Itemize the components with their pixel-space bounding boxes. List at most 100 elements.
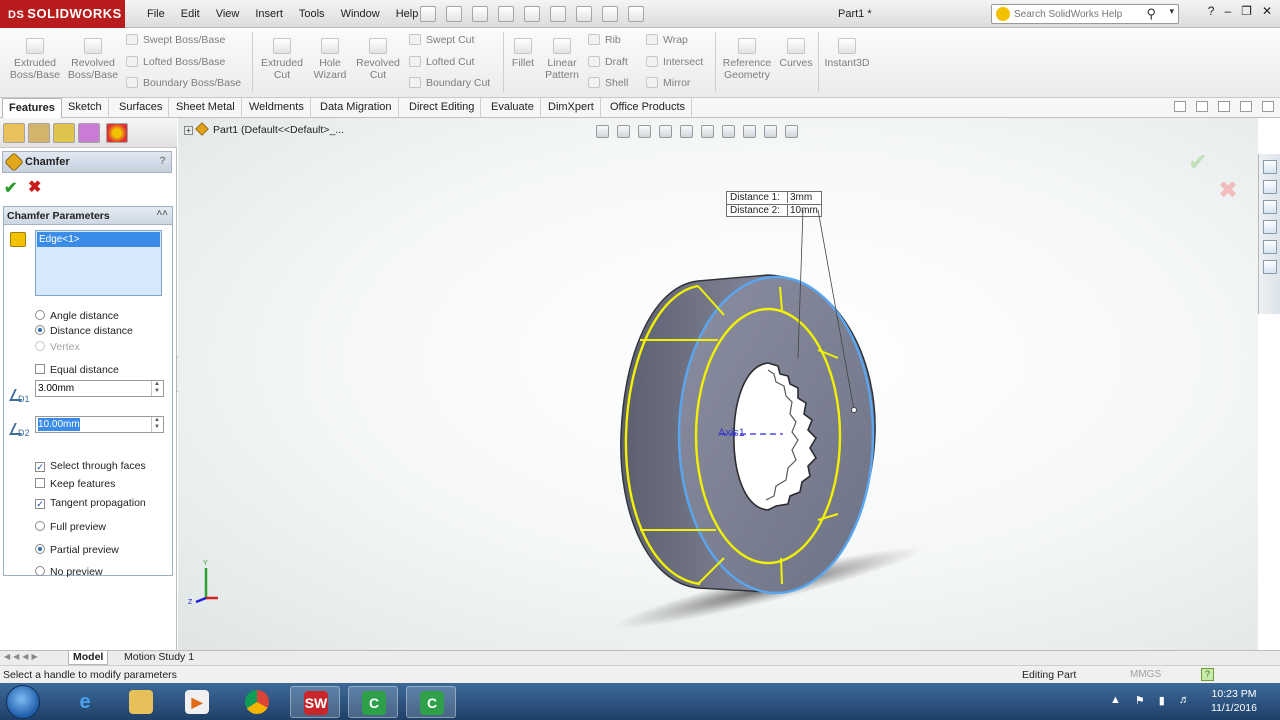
tab-office-products[interactable]: Office Products — [604, 98, 692, 118]
tab-direct-editing[interactable]: Direct Editing — [403, 98, 482, 118]
select-icon[interactable] — [550, 6, 566, 22]
taskbar-solidworks[interactable]: SW — [290, 686, 340, 718]
help-question-icon[interactable]: ? — [1208, 4, 1215, 18]
revolved-boss-button[interactable]: Revolved Boss/Base — [66, 38, 120, 81]
tab-evaluate[interactable]: Evaluate — [485, 98, 541, 118]
draft-button[interactable]: Draft — [588, 56, 628, 68]
wrap-button[interactable]: Wrap — [646, 34, 688, 46]
collapse-chevron-icon[interactable]: ˄˄ — [156, 208, 168, 219]
hole-wizard-button[interactable]: Hole Wizard — [308, 38, 352, 81]
search-icon[interactable]: ⚲ — [1146, 6, 1156, 22]
custom-properties-icon[interactable] — [1263, 260, 1277, 274]
taskbar-internet-explorer[interactable]: e — [60, 686, 110, 718]
unit-system[interactable]: MMGS — [1130, 669, 1161, 680]
menu-tools[interactable]: Tools — [291, 0, 333, 28]
swept-cut-button[interactable]: Swept Cut — [409, 34, 474, 46]
distance2-input[interactable] — [38, 418, 80, 431]
lofted-boss-button[interactable]: Lofted Boss/Base — [126, 56, 225, 68]
chevron-down-icon[interactable]: ▾ — [1169, 6, 1174, 17]
keep-features-option[interactable]: Keep features — [35, 478, 115, 490]
taskbar-camtasia-1[interactable]: C — [348, 686, 398, 718]
restore-doc-icon[interactable] — [1240, 101, 1252, 112]
search-input[interactable] — [1014, 6, 1144, 22]
action-center-flag-icon[interactable]: ⚑ — [1135, 694, 1145, 707]
menu-window[interactable]: Window — [333, 0, 388, 28]
minimize-icon[interactable]: – — [1224, 4, 1231, 18]
undo-icon[interactable] — [524, 6, 540, 22]
menu-insert[interactable]: Insert — [247, 0, 291, 28]
property-manager-icon[interactable] — [28, 123, 50, 143]
intersect-button[interactable]: Intersect — [646, 56, 703, 68]
tab-sheet-metal[interactable]: Sheet Metal — [170, 98, 242, 118]
dimxpert-manager-icon[interactable] — [78, 123, 100, 143]
distance-distance-option[interactable]: Distance distance — [35, 325, 133, 337]
close-icon[interactable]: ✕ — [1262, 4, 1272, 18]
cancel-x-icon[interactable]: ✖ — [28, 177, 41, 197]
appearances-icon[interactable] — [1263, 240, 1277, 254]
tab-surfaces[interactable]: Surfaces — [113, 98, 170, 118]
equal-distance-option[interactable]: Equal distance — [35, 364, 119, 376]
full-preview-option[interactable]: Full preview — [35, 521, 106, 533]
tab-scroll-arrows-icon[interactable]: ◀◀◀▶ — [4, 652, 41, 661]
checkbox[interactable] — [35, 364, 45, 374]
radio-button-selected[interactable] — [35, 325, 45, 335]
tab-motion-study[interactable]: Motion Study 1 — [120, 651, 198, 665]
start-button-icon[interactable] — [6, 685, 40, 719]
ok-check-icon[interactable]: ✔ — [4, 178, 17, 198]
menu-edit[interactable]: Edit — [173, 0, 208, 28]
radio-button-selected[interactable] — [35, 544, 45, 554]
tab-data-migration[interactable]: Data Migration — [314, 98, 399, 118]
spin-arrows-icon[interactable]: ▲ ▼ — [151, 381, 162, 396]
help-icon[interactable]: ? — [159, 155, 166, 167]
extruded-boss-button[interactable]: Extruded Boss/Base — [8, 38, 62, 81]
angle-distance-option[interactable]: Angle distance — [35, 310, 119, 322]
taskbar-chrome[interactable] — [232, 686, 282, 718]
quick-tips-icon[interactable]: ? — [1201, 668, 1214, 681]
swept-boss-button[interactable]: Swept Boss/Base — [126, 34, 225, 46]
system-clock[interactable]: 10:23 PM 11/1/2016 — [1200, 687, 1268, 715]
file-explorer-icon[interactable] — [1263, 200, 1277, 214]
tab-weldments[interactable]: Weldments — [243, 98, 311, 118]
tile-horizontal-icon[interactable] — [1174, 101, 1186, 112]
display-manager-icon[interactable] — [106, 123, 128, 143]
taskbar-media-player[interactable]: ▶ — [172, 686, 222, 718]
network-icon[interactable]: ▮ — [1159, 694, 1165, 707]
rebuild-icon[interactable] — [576, 6, 592, 22]
distance2-spinbox[interactable]: ▲▼ — [35, 416, 164, 433]
feature-tree-icon[interactable] — [3, 123, 25, 143]
solidworks-resources-icon[interactable] — [1263, 160, 1277, 174]
linear-pattern-button[interactable]: Linear Pattern — [540, 38, 584, 81]
select-through-faces-option[interactable]: ✓ Select through faces — [35, 460, 146, 472]
mirror-button[interactable]: Mirror — [646, 77, 690, 89]
revolved-cut-button[interactable]: Revolved Cut — [354, 38, 402, 81]
tile-vertical-icon[interactable] — [1196, 101, 1208, 112]
rib-button[interactable]: Rib — [588, 34, 621, 46]
taskbar-camtasia-2[interactable]: C — [406, 686, 456, 718]
volume-icon[interactable]: ♬ — [1179, 694, 1190, 707]
file-properties-icon[interactable] — [602, 6, 618, 22]
design-library-icon[interactable] — [1263, 180, 1277, 194]
reference-geometry-button[interactable]: Reference Geometry — [720, 38, 774, 81]
drag-handle[interactable] — [851, 407, 857, 413]
radio-button[interactable] — [35, 521, 45, 531]
new-document-icon[interactable] — [420, 6, 436, 22]
menu-view[interactable]: View — [208, 0, 248, 28]
boundary-boss-button[interactable]: Boundary Boss/Base — [126, 77, 241, 89]
checkbox-checked[interactable]: ✓ — [35, 462, 45, 472]
solidworks-logo[interactable]: DS SOLIDWORKS — [0, 0, 125, 28]
tab-sketch[interactable]: Sketch — [62, 98, 109, 118]
options-icon[interactable] — [628, 6, 644, 22]
save-icon[interactable] — [472, 6, 488, 22]
checkbox-checked[interactable]: ✓ — [35, 499, 45, 509]
print-icon[interactable] — [498, 6, 514, 22]
radio-button[interactable] — [35, 310, 45, 320]
tab-features[interactable]: Features — [2, 98, 62, 119]
graphics-area[interactable]: + Part1 (Default<<Default>_... ✔ ✖ Distan… — [178, 118, 1258, 650]
fillet-button[interactable]: Fillet — [508, 38, 538, 69]
checkbox[interactable] — [35, 478, 45, 488]
partial-preview-option[interactable]: Partial preview — [35, 544, 119, 556]
distance1-spinbox[interactable]: ▲▼ — [35, 380, 164, 397]
menu-file[interactable]: File — [139, 0, 173, 28]
open-icon[interactable] — [446, 6, 462, 22]
taskbar-file-explorer[interactable] — [116, 686, 166, 718]
